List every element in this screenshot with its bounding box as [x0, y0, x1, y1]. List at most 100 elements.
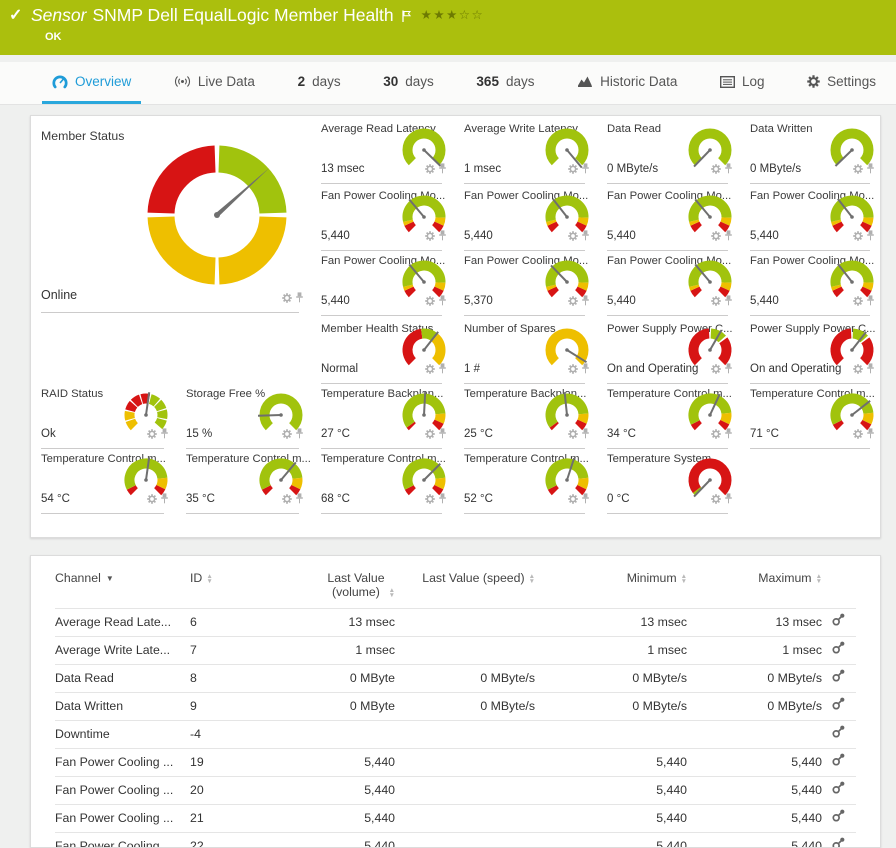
channel-name[interactable]: Fan Power Cooling ... [55, 749, 190, 777]
channel-name[interactable]: Average Write Late... [55, 637, 190, 665]
gear-icon[interactable] [711, 426, 721, 444]
gauge-cell[interactable]: Number of Spares1 # [454, 319, 597, 384]
tab-30-days[interactable]: 30days [373, 62, 444, 104]
gear-icon[interactable] [425, 491, 435, 509]
pin-icon[interactable] [866, 361, 875, 379]
gear-icon[interactable] [711, 161, 721, 179]
gear-icon[interactable] [425, 361, 435, 379]
gauge-cell[interactable]: Data Written0 MByte/s [740, 119, 882, 184]
pin-icon[interactable] [866, 161, 875, 179]
edit-channel-icon[interactable] [822, 609, 856, 637]
gear-icon[interactable] [568, 293, 578, 311]
pin-icon[interactable] [295, 290, 304, 308]
gauge-cell[interactable]: Temperature Backplan...25 °C [454, 384, 597, 449]
channel-name[interactable]: Data Written [55, 693, 190, 721]
column-header-last-value-speed-[interactable]: Last Value (speed)▲▼ [395, 556, 535, 609]
gauge-cell[interactable]: Storage Free %15 % [176, 384, 311, 449]
gauge-cell[interactable]: Fan Power Cooling Mo...5,440 [311, 186, 454, 251]
gear-icon[interactable] [711, 361, 721, 379]
gauge-cell[interactable]: Power Supply Power C...On and Operating [597, 319, 740, 384]
gauge-cell[interactable]: Temperature Control m...34 °C [597, 384, 740, 449]
pin-icon[interactable] [295, 426, 304, 444]
pin-icon[interactable] [724, 228, 733, 246]
priority-stars[interactable]: ★★★☆☆ [421, 7, 485, 22]
pin-icon[interactable] [866, 228, 875, 246]
tab-settings[interactable]: Settings [797, 62, 886, 104]
pin-icon[interactable] [724, 161, 733, 179]
edit-channel-icon[interactable] [822, 749, 856, 777]
gear-icon[interactable] [853, 293, 863, 311]
column-header-last-value-volume-[interactable]: Last Value(volume)▲▼ [285, 556, 395, 609]
gauge-cell[interactable]: Fan Power Cooling Mo...5,440 [454, 186, 597, 251]
edit-channel-icon[interactable] [822, 777, 856, 805]
gear-icon[interactable] [711, 491, 721, 509]
gauge-cell[interactable]: Temperature Control m...54 °C [31, 449, 176, 514]
gauge-cell[interactable]: Fan Power Cooling Mo...5,370 [454, 251, 597, 316]
tab-historic-data[interactable]: Historic Data [567, 62, 687, 104]
pin-icon[interactable] [866, 293, 875, 311]
edit-channel-icon[interactable] [822, 665, 856, 693]
tab-365-days[interactable]: 365days [466, 62, 544, 104]
edit-channel-icon[interactable] [822, 805, 856, 833]
pin-icon[interactable] [581, 161, 590, 179]
gear-icon[interactable] [568, 361, 578, 379]
pin-icon[interactable] [866, 426, 875, 444]
pin-icon[interactable] [295, 491, 304, 509]
gear-icon[interactable] [282, 290, 292, 308]
gauge-cell[interactable]: Temperature Backplan...27 °C [311, 384, 454, 449]
gauge-cell[interactable]: Power Supply Power C...On and Operating [740, 319, 882, 384]
pin-icon[interactable] [724, 293, 733, 311]
channel-name[interactable]: Fan Power Cooling ... [55, 805, 190, 833]
pin-icon[interactable] [581, 361, 590, 379]
pin-icon[interactable] [160, 491, 169, 509]
channel-name[interactable]: Average Read Late... [55, 609, 190, 637]
channel-name[interactable]: Fan Power Cooling ... [55, 777, 190, 805]
gear-icon[interactable] [853, 426, 863, 444]
channel-name[interactable]: Downtime [55, 721, 190, 749]
tab-2-days[interactable]: 2days [288, 62, 351, 104]
gauge-cell[interactable]: Fan Power Cooling Mo...5,440 [740, 251, 882, 316]
gauge-cell[interactable]: Fan Power Cooling Mo...5,440 [597, 186, 740, 251]
gauge-cell[interactable]: Temperature System0 °C [597, 449, 740, 514]
pin-icon[interactable] [724, 426, 733, 444]
tab-log[interactable]: Log [710, 62, 775, 104]
gear-icon[interactable] [425, 293, 435, 311]
pin-icon[interactable] [438, 293, 447, 311]
flag-icon[interactable] [402, 7, 411, 28]
gauge-cell[interactable]: Temperature Control m...52 °C [454, 449, 597, 514]
gear-icon[interactable] [568, 426, 578, 444]
gear-icon[interactable] [853, 161, 863, 179]
channel-name[interactable]: Data Read [55, 665, 190, 693]
gauge-cell[interactable]: Fan Power Cooling Mo...5,440 [597, 251, 740, 316]
pin-icon[interactable] [724, 491, 733, 509]
pin-icon[interactable] [724, 361, 733, 379]
tab-overview[interactable]: Overview [42, 62, 141, 104]
edit-channel-icon[interactable] [822, 833, 856, 848]
gauge-cell[interactable]: Fan Power Cooling Mo...5,440 [311, 251, 454, 316]
gear-icon[interactable] [853, 228, 863, 246]
gauge-cell[interactable]: Temperature Control m...68 °C [311, 449, 454, 514]
edit-channel-icon[interactable] [822, 637, 856, 665]
gear-icon[interactable] [425, 161, 435, 179]
column-header-minimum[interactable]: Minimum▲▼ [535, 556, 687, 609]
pin-icon[interactable] [581, 293, 590, 311]
pin-icon[interactable] [581, 426, 590, 444]
pin-icon[interactable] [438, 161, 447, 179]
edit-channel-icon[interactable] [822, 693, 856, 721]
gauge-cell[interactable]: Temperature Control m...35 °C [176, 449, 311, 514]
gauge-cell[interactable]: Average Read Latency13 msec [311, 119, 454, 184]
gear-icon[interactable] [568, 161, 578, 179]
pin-icon[interactable] [581, 228, 590, 246]
gear-icon[interactable] [425, 228, 435, 246]
column-header-id[interactable]: ID▲▼ [190, 556, 285, 609]
gear-icon[interactable] [282, 491, 292, 509]
gear-icon[interactable] [711, 228, 721, 246]
edit-channel-icon[interactable] [822, 721, 856, 749]
gauge-cell[interactable]: Fan Power Cooling Mo...5,440 [740, 186, 882, 251]
column-header-maximum[interactable]: Maximum▲▼ [687, 556, 822, 609]
gear-icon[interactable] [425, 426, 435, 444]
tab-live-data[interactable]: Live Data [164, 62, 265, 104]
gear-icon[interactable] [568, 491, 578, 509]
gauge-cell[interactable]: Average Write Latency1 msec [454, 119, 597, 184]
pin-icon[interactable] [438, 228, 447, 246]
